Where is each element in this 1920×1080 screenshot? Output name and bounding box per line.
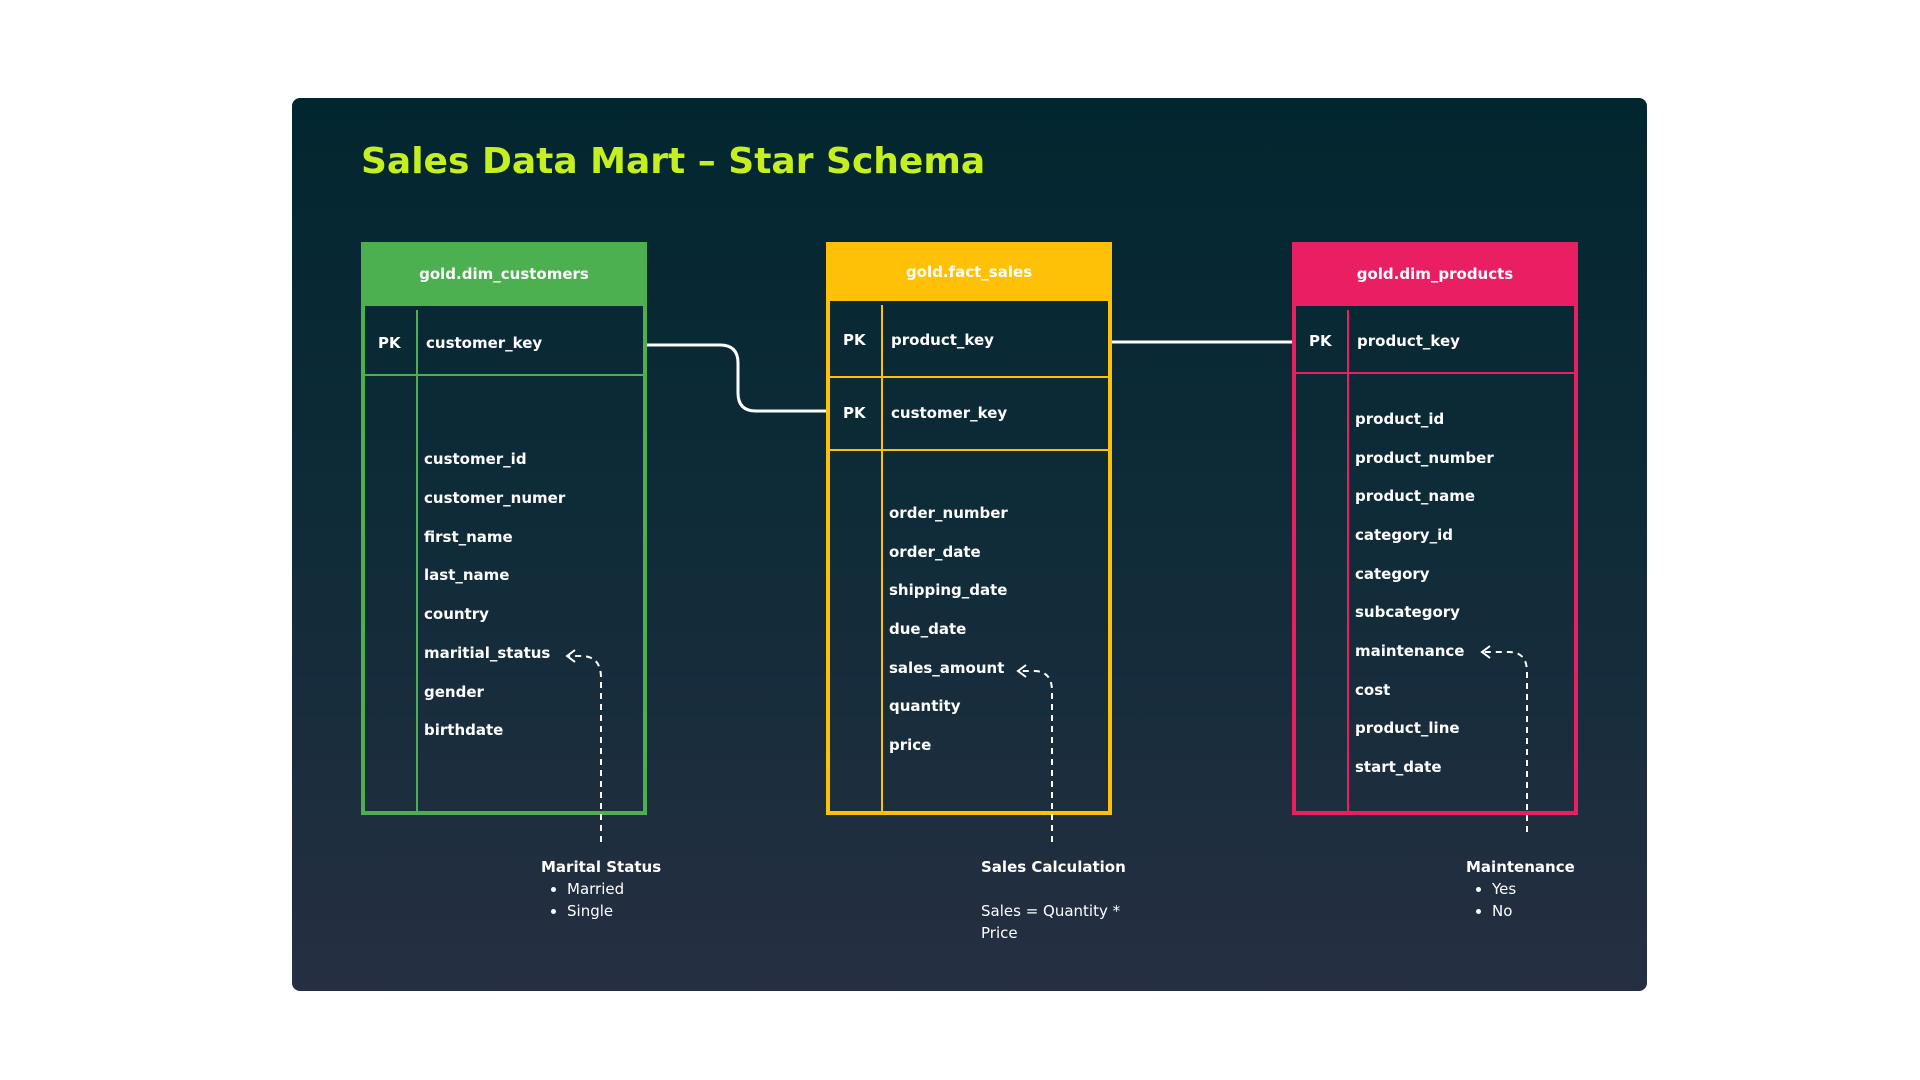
note-formula: Sales = Quantity * Price bbox=[981, 902, 1121, 942]
note-heading: Maintenance bbox=[1466, 858, 1575, 876]
arrow-sales-amount bbox=[1018, 670, 1053, 842]
note-maintenance: Maintenance Yes No bbox=[1466, 856, 1575, 922]
list-item: No bbox=[1492, 900, 1575, 922]
arrowhead bbox=[565, 649, 576, 663]
arrow-maintenance bbox=[1482, 651, 1528, 832]
note-sales-calculation: Sales Calculation Sales = Quantity * Pri… bbox=[981, 856, 1131, 944]
note-heading: Sales Calculation bbox=[981, 858, 1126, 876]
note-heading: Marital Status bbox=[541, 858, 662, 876]
list-item: Single bbox=[567, 900, 661, 922]
list-item: Yes bbox=[1492, 878, 1575, 900]
connector-layer bbox=[565, 340, 1528, 842]
link-customers-sales bbox=[647, 343, 826, 413]
list-item: Married bbox=[567, 878, 661, 900]
arrow-marital-status bbox=[567, 655, 602, 842]
note-marital-status: Marital Status Married Single bbox=[541, 856, 661, 922]
